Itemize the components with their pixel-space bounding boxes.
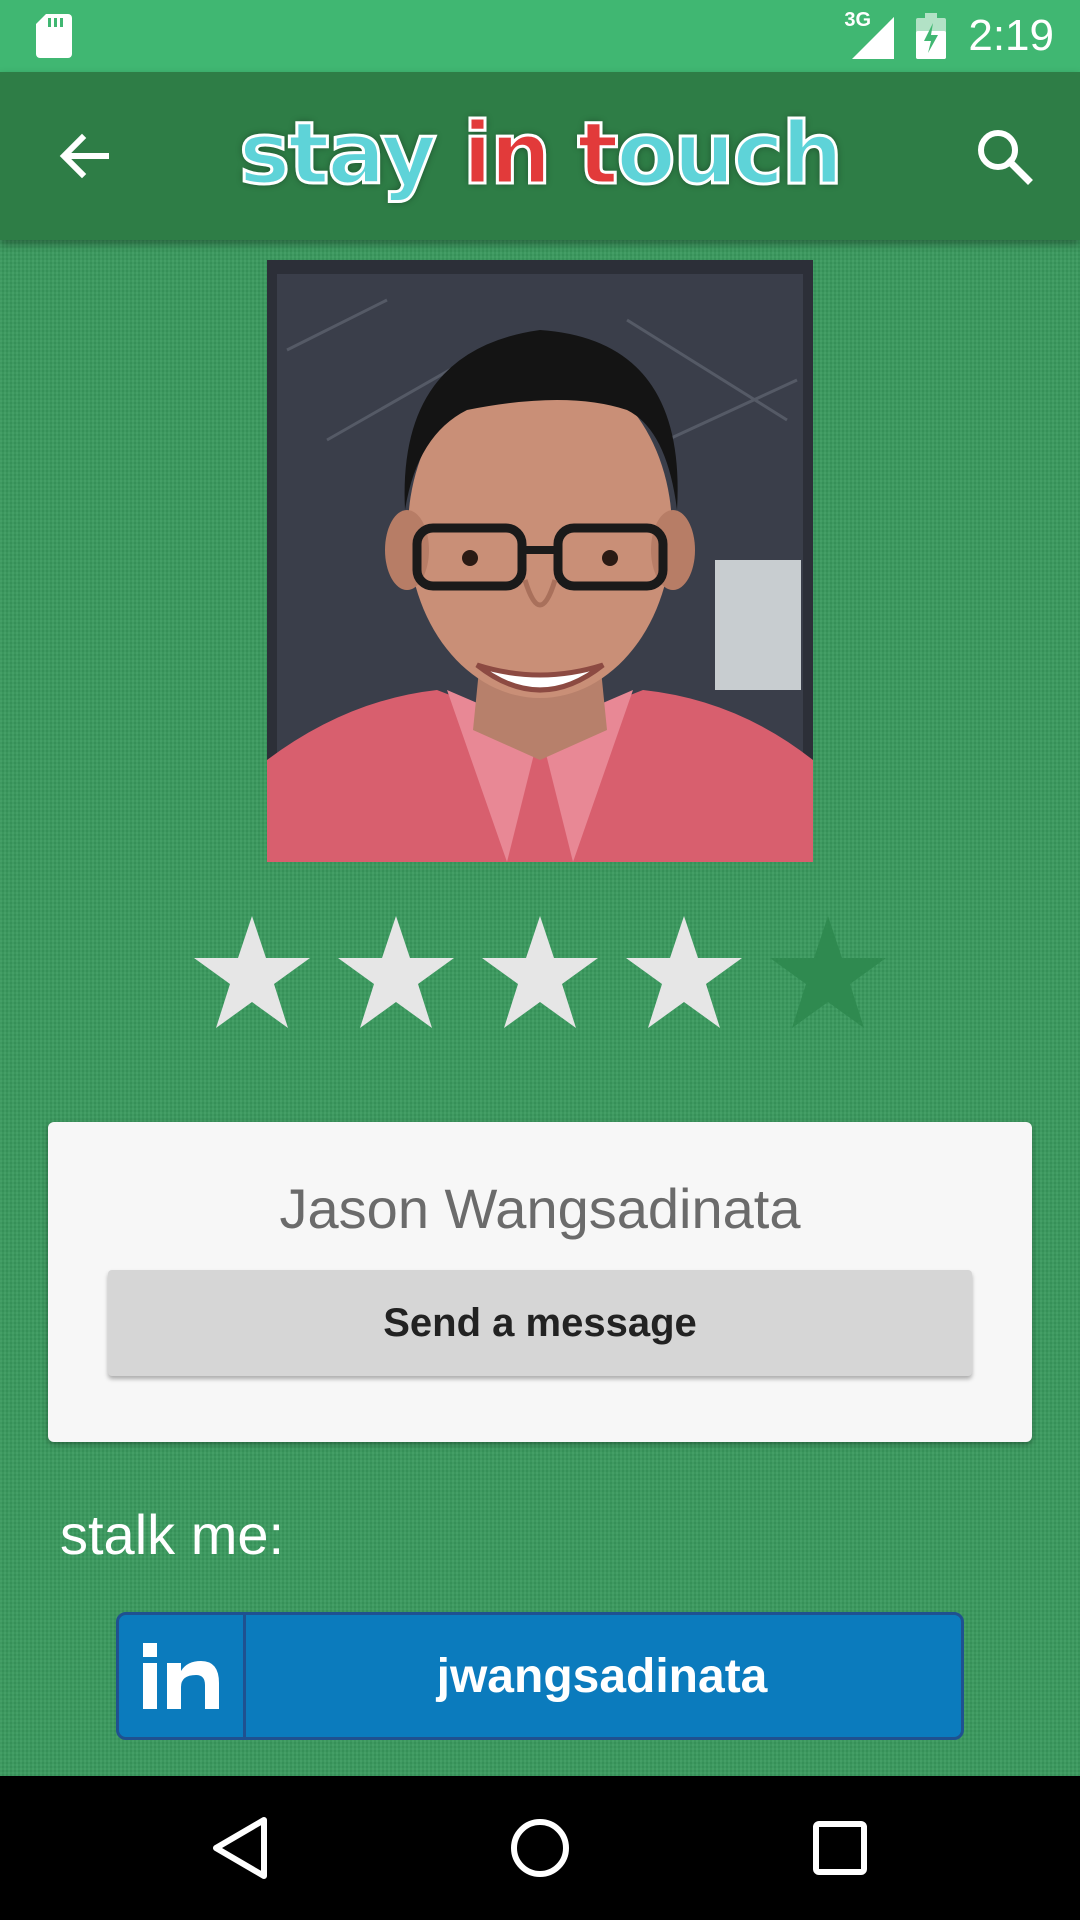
linkedin-button[interactable]: jwangsadinata <box>116 1612 964 1740</box>
profile-card: Jason Wangsadinata Send a message <box>48 1122 1032 1442</box>
system-nav-bar <box>0 1776 1080 1920</box>
star-2-icon[interactable] <box>334 912 458 1032</box>
star-1-icon[interactable] <box>190 912 314 1032</box>
clock: 2:19 <box>968 11 1054 60</box>
search-icon[interactable] <box>972 124 1036 188</box>
logo-text-in: in <box>461 103 553 206</box>
logo-text-t: t <box>549 103 620 206</box>
linkedin-icon <box>119 1615 246 1737</box>
profile-content: Jason Wangsadinata Send a message stalk … <box>0 240 1080 1776</box>
logo-text-stay: stay <box>238 103 463 206</box>
nav-home-icon[interactable] <box>504 1812 576 1884</box>
rating-stars[interactable] <box>190 912 890 1032</box>
nav-back-icon[interactable] <box>206 1812 278 1884</box>
contact-name: Jason Wangsadinata <box>279 1177 801 1240</box>
app-logo: stay in touch <box>0 103 1080 206</box>
star-3-icon[interactable] <box>478 912 602 1032</box>
nav-recents-icon[interactable] <box>804 1812 876 1884</box>
logo-text-ouch: ouch <box>615 103 845 206</box>
profile-photo <box>267 260 813 862</box>
social-heading: stalk me: <box>60 1503 285 1566</box>
status-bar: 3G 2:19 <box>0 0 1080 72</box>
send-message-button[interactable]: Send a message <box>108 1270 972 1376</box>
star-4-icon[interactable] <box>622 912 746 1032</box>
battery-charging-icon <box>916 13 947 59</box>
linkedin-username: jwangsadinata <box>436 1649 768 1703</box>
app-bar: stay in touch <box>0 72 1080 240</box>
star-5-icon[interactable] <box>766 912 890 1032</box>
signal-icon: 3G <box>844 9 896 59</box>
sd-card-icon <box>36 14 72 58</box>
